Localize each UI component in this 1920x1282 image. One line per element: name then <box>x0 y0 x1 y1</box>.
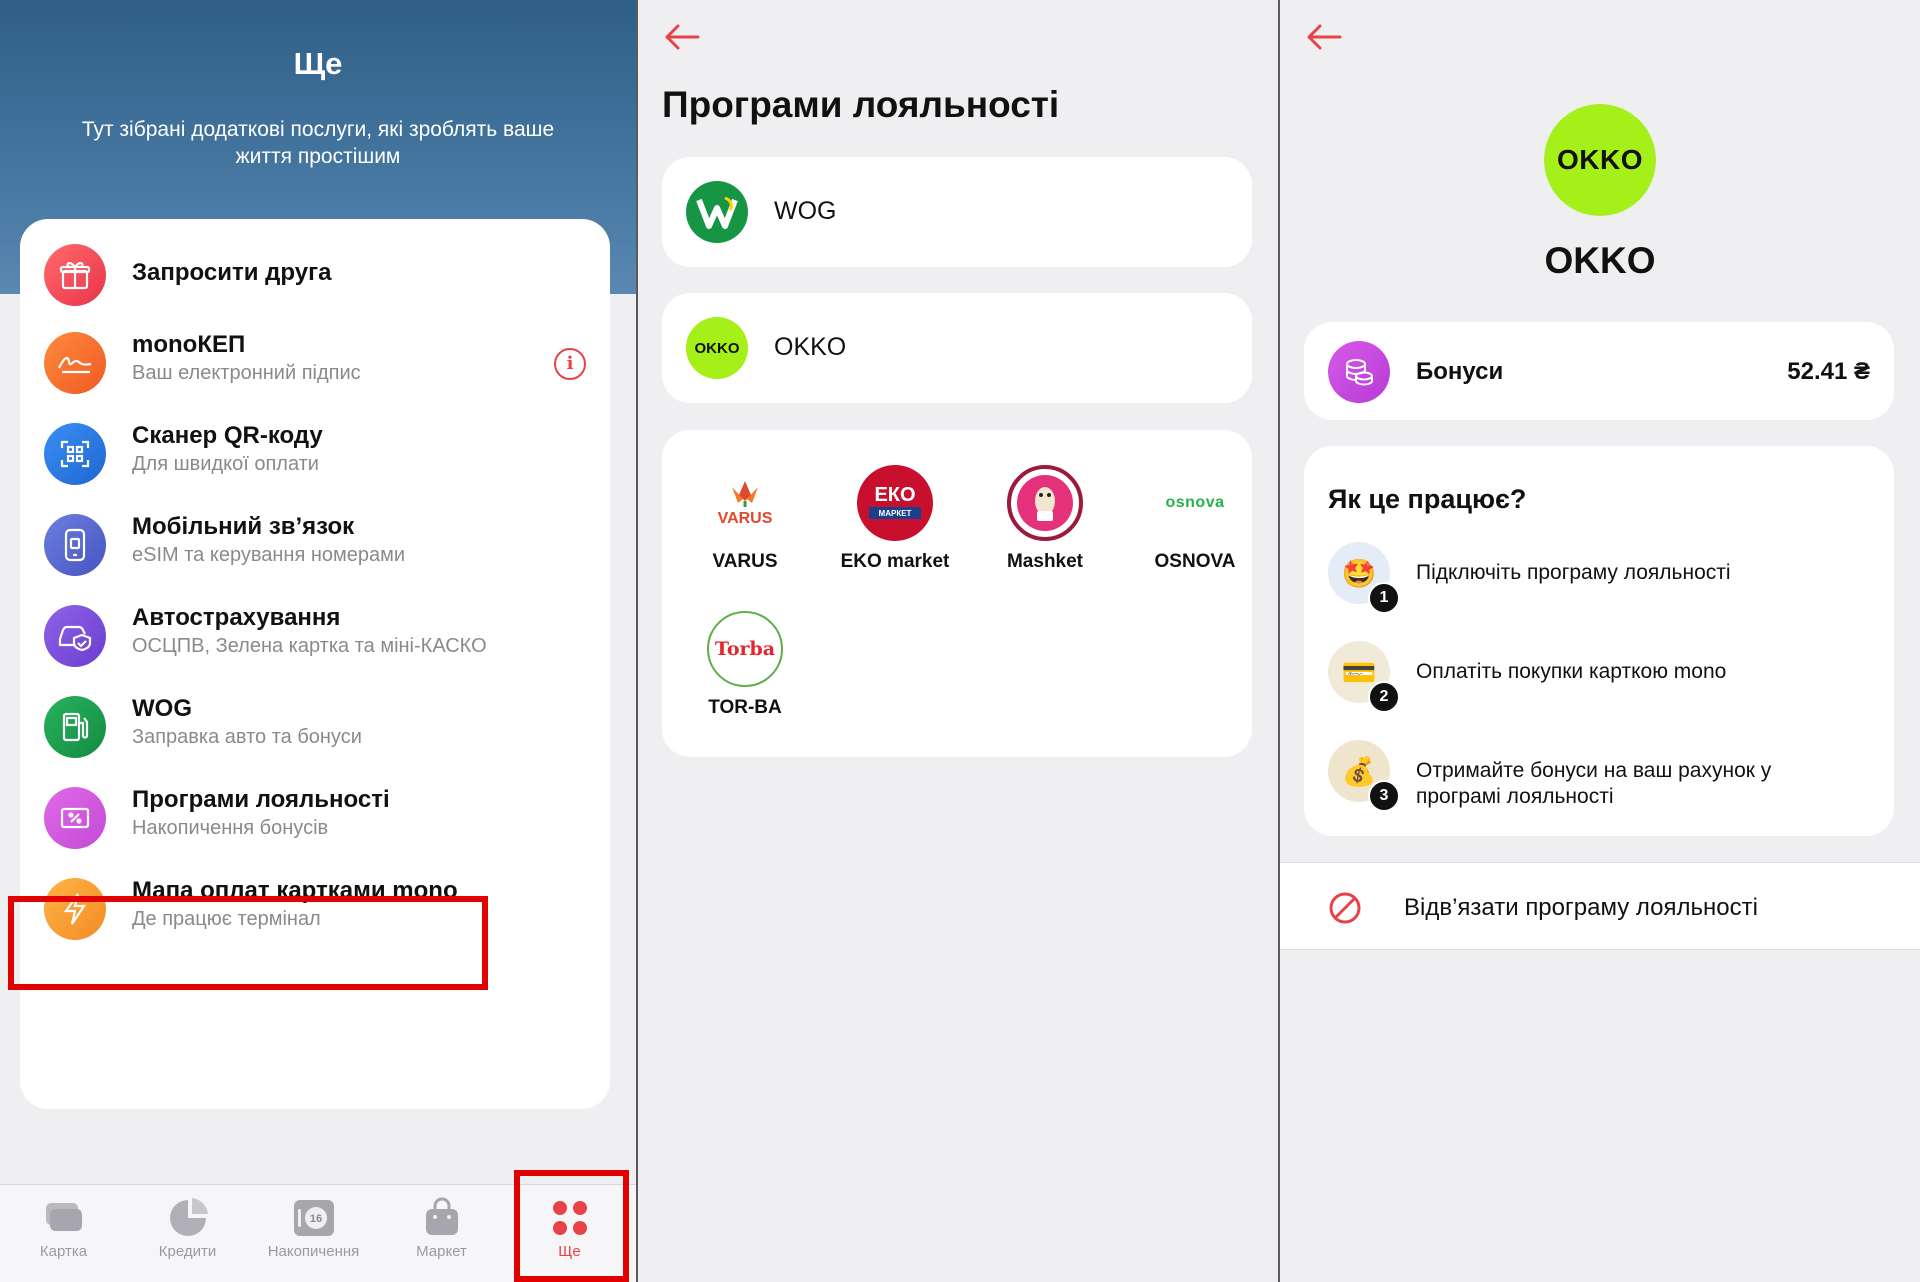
svg-text:VARUS: VARUS <box>718 510 773 527</box>
unbind-program-button[interactable]: Відв’язати програму лояльності <box>1280 862 1920 950</box>
page-title: Ще <box>293 46 343 81</box>
tab-card[interactable]: Картка <box>0 1185 127 1282</box>
step-text: Підключіть програму лояльності <box>1416 561 1731 584</box>
tab-label: Накопичення <box>267 1243 360 1260</box>
service-title: Сканер QR-коду <box>132 422 323 449</box>
highlight-loyalty-programs <box>8 896 488 990</box>
service-subtitle: Заправка авто та бонуси <box>132 726 362 748</box>
partners-grid: VARUS VARUS ЕКО МАРКЕТ EKO market Mashket… <box>662 430 1252 757</box>
bag-icon <box>425 1197 458 1235</box>
tab-savings[interactable]: 16 Накопичення <box>250 1185 377 1282</box>
program-name: WOG <box>774 197 837 225</box>
service-subtitle: Для швидкої оплати <box>132 453 319 475</box>
partner-osnova[interactable]: osnova OSNOVA <box>1120 465 1270 573</box>
unbind-label: Відв’язати програму лояльності <box>1404 894 1758 921</box>
gift-icon <box>44 244 106 306</box>
fuel-pump-icon <box>44 696 106 758</box>
step-text: Отримайте бонуси на ваш рахунок у програ… <box>1416 759 1772 808</box>
tab-credits[interactable]: Кредити <box>124 1185 251 1282</box>
service-title: Автострахування <box>132 604 341 631</box>
wog-logo <box>686 181 748 243</box>
page-title: Програми лояльності <box>662 84 1060 125</box>
service-title: monoКЕП <box>132 331 246 358</box>
eko-market-logo: ЕКО МАРКЕТ <box>857 465 933 541</box>
okko-logo: OKKO <box>1544 104 1656 216</box>
more-screen: Ще Тут зібрані додаткові послуги, які зр… <box>0 0 636 1282</box>
tab-market[interactable]: Маркет <box>378 1185 505 1282</box>
svg-text:МАРКЕТ: МАРКЕТ <box>879 509 912 518</box>
program-title: OKKO <box>1544 240 1656 281</box>
tab-label: Кредити <box>158 1243 217 1260</box>
service-title: WOG <box>132 695 192 722</box>
svg-text:16: 16 <box>309 1213 321 1225</box>
step-number: 3 <box>1368 780 1400 812</box>
page-subtitle: Тут зібрані додаткові послуги, які зробл… <box>81 118 555 168</box>
service-subtitle: Накопичення бонусів <box>132 817 329 839</box>
service-subtitle: ОСЦПВ, Зелена картка та міні-КАСКО <box>132 635 487 657</box>
coins-icon <box>1328 341 1390 403</box>
step-text: Оплатіть покупки карткою mono <box>1416 660 1727 683</box>
service-subtitle: Ваш електронний підпис <box>132 362 361 384</box>
service-title: Програми лояльності <box>132 786 390 813</box>
savings-icon: 16 <box>293 1200 334 1236</box>
tab-label: Маркет <box>416 1243 467 1260</box>
qr-scanner-icon <box>44 423 106 485</box>
osnova-logo: osnova <box>1165 494 1225 511</box>
bonus-value: 52.41 ₴ <box>1787 358 1870 385</box>
program-okko[interactable]: OKKO OKKO <box>662 293 1252 403</box>
step-number: 2 <box>1368 681 1400 713</box>
pie-chart-icon <box>169 1198 208 1236</box>
highlight-more-tab <box>514 1170 629 1282</box>
partner-name: EKO market <box>840 551 950 572</box>
partner-name: TOR-BA <box>708 697 782 718</box>
bonus-label: Бонуси <box>1416 358 1504 385</box>
partner-varus[interactable]: VARUS VARUS <box>670 465 820 573</box>
back-arrow-icon[interactable] <box>662 22 702 52</box>
loyalty-programs-screen: Програми лояльності WOG OKKO OKKO VARUS … <box>638 0 1278 1282</box>
svg-text:ЕКО: ЕКО <box>874 484 915 506</box>
step-number: 1 <box>1368 582 1400 614</box>
percent-card-icon <box>44 787 106 849</box>
how-it-works-card: Як це працює? 🤩 1 Підключіть програму ло… <box>1304 446 1894 836</box>
info-icon[interactable]: i <box>554 348 586 380</box>
okko-logo: OKKO <box>686 317 748 379</box>
partner-eko-market[interactable]: ЕКО МАРКЕТ EKO market <box>820 465 970 573</box>
okko-program-screen: OKKO OKKO Бонуси 52.41 ₴ Як це працює? 🤩… <box>1280 0 1920 1282</box>
partner-name: OSNOVA <box>1154 551 1236 572</box>
section-title: Як це працює? <box>1328 484 1527 514</box>
screenshot-collage: Ще Тут зібрані додаткові послуги, які зр… <box>0 0 1920 1282</box>
tab-label: Картка <box>39 1243 88 1260</box>
phone-icon <box>44 514 106 576</box>
signature-icon <box>44 332 106 394</box>
program-wog[interactable]: WOG <box>662 157 1252 267</box>
partner-name: VARUS <box>712 551 778 572</box>
prohibited-icon <box>1329 892 1361 924</box>
partner-mashket[interactable]: Mashket <box>970 465 1120 573</box>
service-title: Запросити друга <box>132 259 332 286</box>
mashket-logo <box>1007 465 1083 541</box>
program-name: OKKO <box>774 333 847 361</box>
back-arrow-icon[interactable] <box>1304 22 1344 52</box>
torba-logo: Torba <box>707 611 783 687</box>
service-title: Мобільний зв’язок <box>132 513 355 540</box>
cards-icon <box>45 1203 82 1231</box>
car-shield-icon <box>44 605 106 667</box>
varus-logo: VARUS <box>707 465 783 541</box>
bonus-row[interactable]: Бонуси 52.41 ₴ <box>1304 322 1894 420</box>
partner-name: Mashket <box>1006 551 1084 572</box>
service-subtitle: eSIM та керування номерами <box>132 544 406 566</box>
partner-tor-ba[interactable]: Torba TOR-BA <box>670 611 820 719</box>
